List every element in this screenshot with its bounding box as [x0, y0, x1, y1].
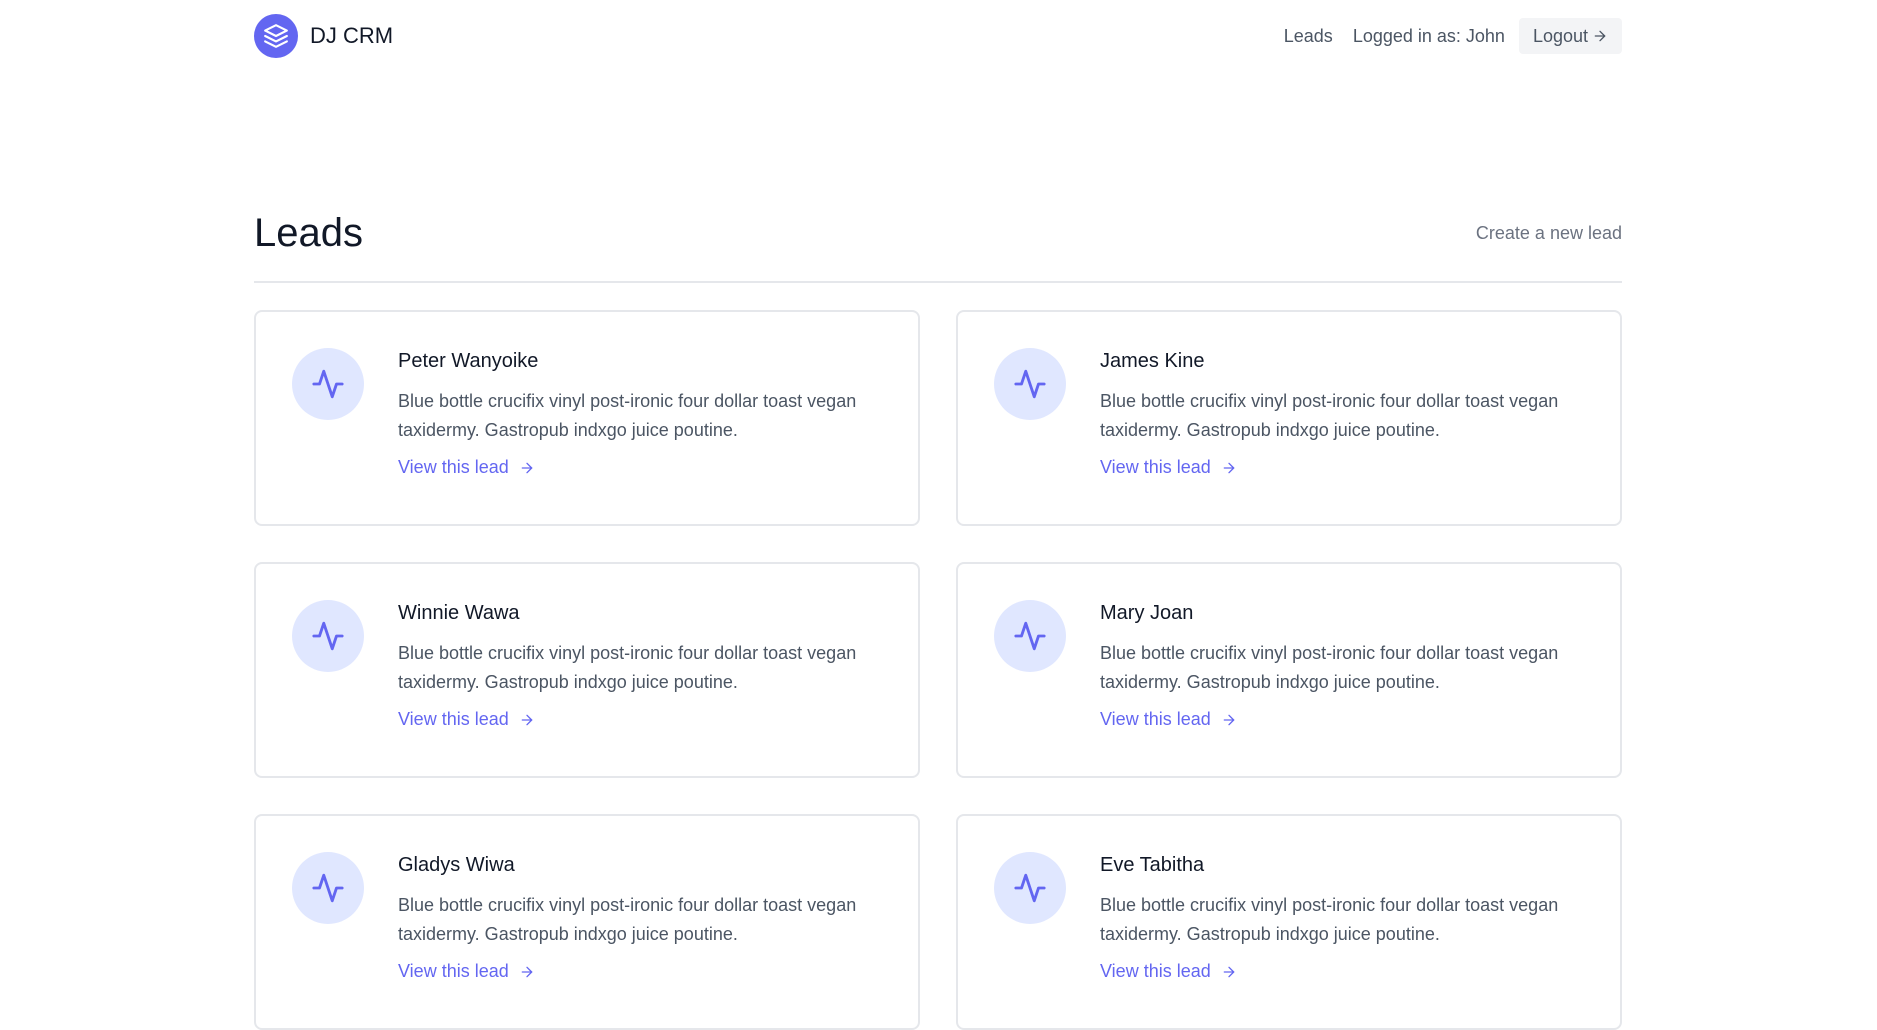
lead-card: Peter Wanyoike Blue bottle crucifix viny…: [254, 310, 920, 526]
activity-icon: [292, 600, 364, 672]
view-lead-link[interactable]: View this lead: [1100, 457, 1237, 478]
logout-button[interactable]: Logout: [1518, 18, 1622, 54]
view-lead-label: View this lead: [398, 457, 509, 477]
view-lead-label: View this lead: [398, 961, 509, 981]
view-lead-label: View this lead: [1100, 457, 1211, 477]
lead-description: Blue bottle crucifix vinyl post-ironic f…: [398, 391, 857, 440]
lead-description: Blue bottle crucifix vinyl post-ironic f…: [398, 895, 857, 944]
lead-name: Mary Joan: [1100, 602, 1194, 624]
activity-icon: [994, 348, 1066, 420]
lead-card-body: Mary Joan Blue bottle crucifix vinyl pos…: [1100, 602, 1590, 730]
lead-name: Eve Tabitha: [1100, 854, 1205, 876]
lead-name: Peter Wanyoike: [398, 350, 539, 372]
lead-card-body: Gladys Wiwa Blue bottle crucifix vinyl p…: [398, 854, 888, 982]
activity-icon: [292, 348, 364, 420]
lead-description: Blue bottle crucifix vinyl post-ironic f…: [1100, 895, 1559, 944]
lead-name: Gladys Wiwa: [398, 854, 515, 876]
activity-icon: [292, 852, 364, 924]
arrow-right-icon: [1223, 462, 1235, 473]
activity-icon: [994, 852, 1066, 924]
lead-description: Blue bottle crucifix vinyl post-ironic f…: [1100, 643, 1559, 692]
top-navbar: DJ CRM Leads Logged in as: John Logout: [254, 12, 1622, 60]
lead-card-body: James Kine Blue bottle crucifix vinyl po…: [1100, 350, 1590, 478]
arrow-right-icon: [1594, 30, 1606, 42]
lead-card-body: Eve Tabitha Blue bottle crucifix vinyl p…: [1100, 854, 1590, 982]
view-lead-label: View this lead: [1100, 709, 1211, 729]
arrow-right-icon: [1223, 966, 1235, 977]
lead-description: Blue bottle crucifix vinyl post-ironic f…: [398, 643, 857, 692]
page-header: Leads Create a new lead: [254, 205, 1622, 283]
lead-card-body: Peter Wanyoike Blue bottle crucifix viny…: [398, 350, 888, 478]
lead-name: Winnie Wawa: [398, 602, 520, 624]
view-lead-link[interactable]: View this lead: [1100, 961, 1237, 982]
page-title: Leads: [254, 211, 363, 255]
logout-label: Logout: [1532, 25, 1588, 46]
nav-link-leads[interactable]: Leads: [1284, 26, 1333, 47]
lead-card: Winnie Wawa Blue bottle crucifix vinyl p…: [254, 562, 920, 778]
brand-name: DJ CRM: [310, 23, 394, 48]
arrow-right-icon: [521, 714, 533, 725]
lead-name: James Kine: [1100, 350, 1205, 372]
view-lead-link[interactable]: View this lead: [398, 961, 535, 982]
brand[interactable]: DJ CRM: [254, 14, 393, 58]
view-lead-link[interactable]: View this lead: [398, 709, 535, 730]
nav-menu: Leads Logged in as: John Logout: [1284, 18, 1622, 54]
arrow-right-icon: [1223, 714, 1235, 725]
view-lead-link[interactable]: View this lead: [398, 457, 535, 478]
lead-card: Gladys Wiwa Blue bottle crucifix vinyl p…: [254, 814, 920, 1030]
view-lead-label: View this lead: [398, 709, 509, 729]
lead-description: Blue bottle crucifix vinyl post-ironic f…: [1100, 391, 1559, 440]
logged-in-user: Logged in as: John: [1352, 25, 1505, 46]
lead-card: James Kine Blue bottle crucifix vinyl po…: [956, 310, 1622, 526]
activity-icon: [994, 600, 1066, 672]
view-lead-label: View this lead: [1100, 961, 1211, 981]
lead-card-body: Winnie Wawa Blue bottle crucifix vinyl p…: [398, 602, 888, 730]
layers-icon: [254, 14, 298, 58]
view-lead-link[interactable]: View this lead: [1100, 709, 1237, 730]
lead-card: Mary Joan Blue bottle crucifix vinyl pos…: [956, 562, 1622, 778]
arrow-right-icon: [521, 966, 533, 977]
create-lead-link[interactable]: Create a new lead: [1476, 223, 1622, 244]
arrow-right-icon: [521, 462, 533, 473]
lead-card: Eve Tabitha Blue bottle crucifix vinyl p…: [956, 814, 1622, 1030]
